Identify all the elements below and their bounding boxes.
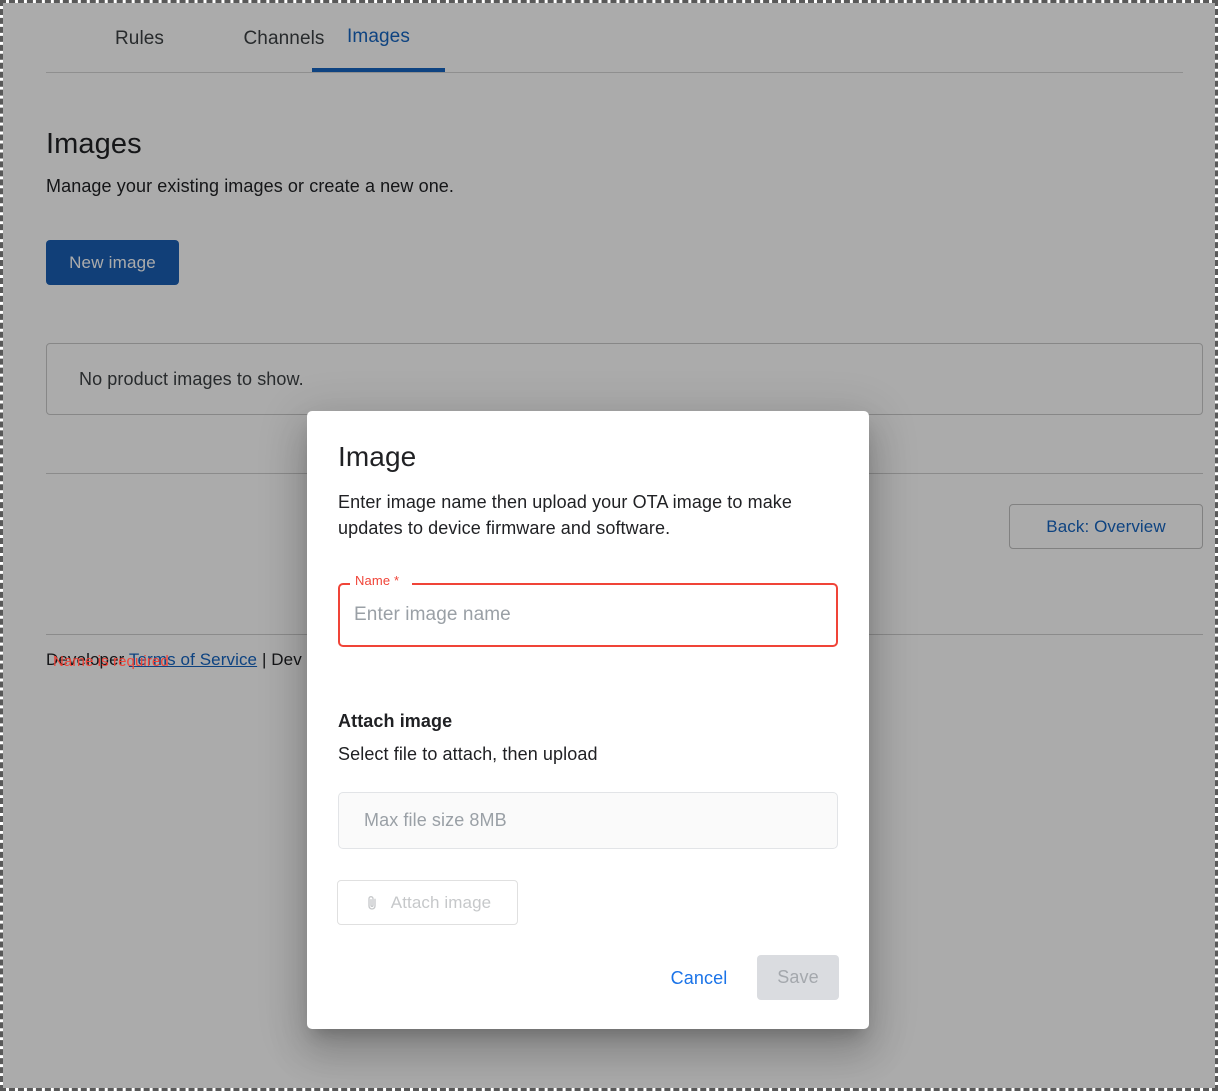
save-button-label: Save [777, 967, 819, 987]
save-button[interactable]: Save [757, 955, 839, 1000]
attach-section-title: Attach image [338, 711, 453, 731]
file-drop-box[interactable]: Max file size 8MB [338, 792, 838, 849]
dialog-description: Enter image name then upload your OTA im… [338, 492, 793, 538]
browser-viewport: Rules Channels Images Images Manage your… [0, 0, 1218, 1091]
attach-image-button[interactable]: Attach image [337, 880, 518, 925]
image-dialog: Image Enter image name then upload your … [307, 411, 869, 1029]
dialog-title: Image [338, 441, 417, 472]
cancel-button[interactable]: Cancel [653, 958, 745, 998]
file-size-hint: Max file size 8MB [364, 810, 507, 830]
cancel-button-label: Cancel [670, 967, 728, 988]
paperclip-icon [364, 894, 380, 912]
attach-section-subtitle: Select file to attach, then upload [338, 744, 598, 764]
name-input[interactable] [340, 585, 836, 645]
attach-image-button-label: Attach image [390, 892, 492, 912]
name-field-error: Name is required [53, 653, 169, 670]
name-form-field: Name * [338, 573, 838, 647]
